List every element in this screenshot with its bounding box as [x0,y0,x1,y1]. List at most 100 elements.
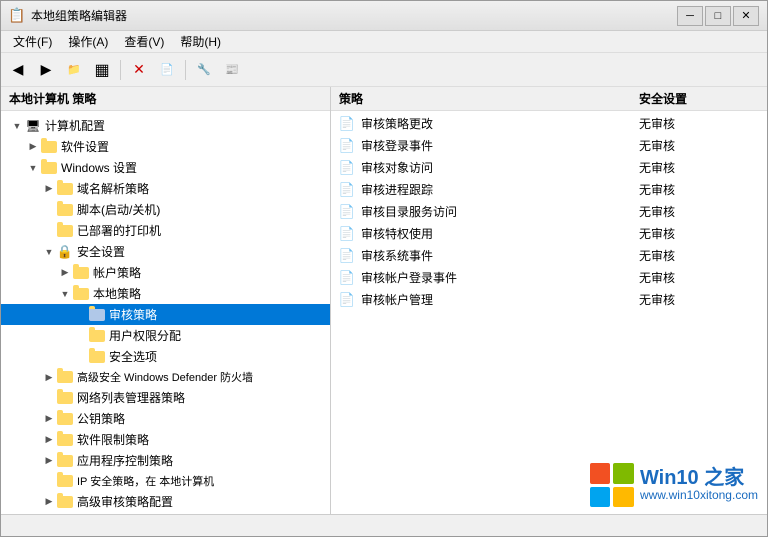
tree-item-computer-config[interactable]: ▼ 🖥 计算机配置 [1,115,330,136]
policy-value-3: 无审核 [639,181,759,198]
tree-label-user-rights: 用户权限分配 [109,327,181,344]
expander-public-key[interactable]: ▶ [41,411,57,427]
folder-icon-audit [89,307,105,323]
tree-item-dns[interactable]: ▶ 域名解析策略 [1,178,330,199]
window-icon: 📋 [9,8,25,24]
policy-row-1[interactable]: 📄 审核登录事件 无审核 [331,135,767,157]
watermark: Win10 之家 www.win10xitong.com [590,463,758,507]
folder-icon-app-control [57,453,73,469]
tree-label-ip-security: IP 安全策略，在 本地计算机 [77,473,214,489]
delete-button[interactable]: ✕ [126,57,152,83]
watermark-content: Win10 之家 www.win10xitong.com [640,468,758,502]
tree-label-account-policy: 帐户策略 [93,264,141,281]
policy-row-6[interactable]: 📄 审核系统事件 无审核 [331,245,767,267]
expander-dns[interactable]: ▶ [41,181,57,197]
doc-icon-1: 📄 [339,138,355,154]
policy-row-5[interactable]: 📄 审核特权使用 无审核 [331,223,767,245]
folder-icon-software [41,139,57,155]
show-hide-button[interactable]: ▦ [89,57,115,83]
menu-view[interactable]: 查看(V) [116,31,172,52]
doc-icon-7: 📄 [339,270,355,286]
status-bar [1,514,767,536]
tree-label-computer-config: 计算机配置 [45,117,105,134]
tree-item-public-key[interactable]: ▶ 公钥策略 [1,408,330,429]
left-panel: 本地计算机 策略 ▼ 🖥 计算机配置 ▶ 软件设置 [1,87,331,514]
doc-icon-5: 📄 [339,226,355,242]
tree-item-windows-settings[interactable]: ▼ Windows 设置 [1,157,330,178]
watermark-title: Win10 之家 [640,468,758,488]
policy-row-7[interactable]: 📄 审核帐户登录事件 无审核 [331,267,767,289]
policy-row-8[interactable]: 📄 审核帐户管理 无审核 [331,289,767,311]
folder-icon-windows [41,160,57,176]
expander-software-settings[interactable]: ▶ [25,139,41,155]
tree-item-user-rights[interactable]: ▶ 用户权限分配 [1,325,330,346]
tree-label-windows-settings: Windows 设置 [61,159,137,176]
policy-value-7: 无审核 [639,269,759,286]
properties-button[interactable]: 🔧 [191,57,217,83]
separator-2 [185,60,186,80]
expander-app-control[interactable]: ▶ [41,453,57,469]
tree-item-printers[interactable]: ▶ 已部署的打印机 [1,220,330,241]
back-button[interactable]: ◀ [5,57,31,83]
expander-defender[interactable]: ▶ [41,369,57,385]
expander-software-restriction[interactable]: ▶ [41,432,57,448]
tree-item-qos[interactable]: ▶ 📊 基于策略的 QoS [1,512,330,514]
main-window: 📋 本地组策略编辑器 ─ □ ✕ 文件(F) 操作(A) 查看(V) 帮助(H)… [0,0,768,537]
right-panel-header: 策略 安全设置 [331,87,767,111]
expander-advanced-audit[interactable]: ▶ [41,494,57,510]
col-header-security: 安全设置 [639,90,759,107]
expander-computer-config[interactable]: ▼ [9,118,25,134]
folder-icon-advanced-audit [57,494,73,510]
expander-windows-settings[interactable]: ▼ [25,160,41,176]
rename-button[interactable]: 📄 [154,57,180,83]
menu-bar: 文件(F) 操作(A) 查看(V) 帮助(H) [1,31,767,53]
tree-item-software-restriction[interactable]: ▶ 软件限制策略 [1,429,330,450]
tree-item-software-settings[interactable]: ▶ 软件设置 [1,136,330,157]
close-button[interactable]: ✕ [733,6,759,26]
tree-label-defender-firewall: 高级安全 Windows Defender 防火墙 [77,369,253,385]
folder-icon-printers [57,223,73,239]
policy-row-0[interactable]: 📄 审核策略更改 无审核 [331,113,767,135]
window-title: 本地组策略编辑器 [31,7,677,24]
tree-item-security-options[interactable]: ▶ 安全选项 [1,346,330,367]
folder-icon-account [73,265,89,281]
tree-label-local-policy: 本地策略 [93,285,141,302]
minimize-button[interactable]: ─ [677,6,703,26]
tree-item-ip-security[interactable]: ▶ IP 安全策略，在 本地计算机 [1,471,330,491]
maximize-button[interactable]: □ [705,6,731,26]
expander-account-policy[interactable]: ▶ [57,265,73,281]
menu-file[interactable]: 文件(F) [5,31,60,52]
doc-icon-6: 📄 [339,248,355,264]
right-panel: 策略 安全设置 📄 审核策略更改 无审核 📄 审核登录事件 无审核 📄 审核对象… [331,87,767,514]
tree-item-scripts[interactable]: ▶ 脚本(启动/关机) [1,199,330,220]
help-button[interactable]: 📰 [219,57,245,83]
policy-list: 📄 审核策略更改 无审核 📄 审核登录事件 无审核 📄 审核对象访问 无审核 📄 [331,111,767,313]
policy-row-3[interactable]: 📄 审核进程跟踪 无审核 [331,179,767,201]
tree-item-network-list[interactable]: ▶ 网络列表管理器策略 [1,387,330,408]
tree-item-advanced-audit[interactable]: ▶ 高级审核策略配置 [1,491,330,512]
tree-item-local-policy[interactable]: ▼ 本地策略 [1,283,330,304]
menu-help[interactable]: 帮助(H) [172,31,229,52]
tree-item-security-settings[interactable]: ▼ 🔒 安全设置 [1,241,330,262]
computer-icon: 🖥 [25,118,41,134]
folder-icon-ip-security [57,473,73,489]
forward-button[interactable]: ▶ [33,57,59,83]
tree-item-audit-policy[interactable]: ▶ 审核策略 [1,304,330,325]
policy-name-8: 审核帐户管理 [361,291,639,308]
tree-label-network-list: 网络列表管理器策略 [77,389,185,406]
tree-item-defender-firewall[interactable]: ▶ 高级安全 Windows Defender 防火墙 [1,367,330,387]
folder-icon-scripts [57,202,73,218]
policy-row-4[interactable]: 📄 审核目录服务访问 无审核 [331,201,767,223]
doc-icon-2: 📄 [339,160,355,176]
tree-item-account-policy[interactable]: ▶ 帐户策略 [1,262,330,283]
expander-security-settings[interactable]: ▼ [41,244,57,260]
toolbar: ◀ ▶ 📁 ▦ ✕ 📄 🔧 📰 [1,53,767,87]
tree-item-app-control[interactable]: ▶ 应用程序控制策略 [1,450,330,471]
menu-action[interactable]: 操作(A) [60,31,116,52]
expander-local-policy[interactable]: ▼ [57,286,73,302]
folder-icon-user-rights [89,328,105,344]
policy-row-2[interactable]: 📄 审核对象访问 无审核 [331,157,767,179]
policy-name-5: 审核特权使用 [361,225,639,242]
doc-icon-8: 📄 [339,292,355,308]
up-button[interactable]: 📁 [61,57,87,83]
